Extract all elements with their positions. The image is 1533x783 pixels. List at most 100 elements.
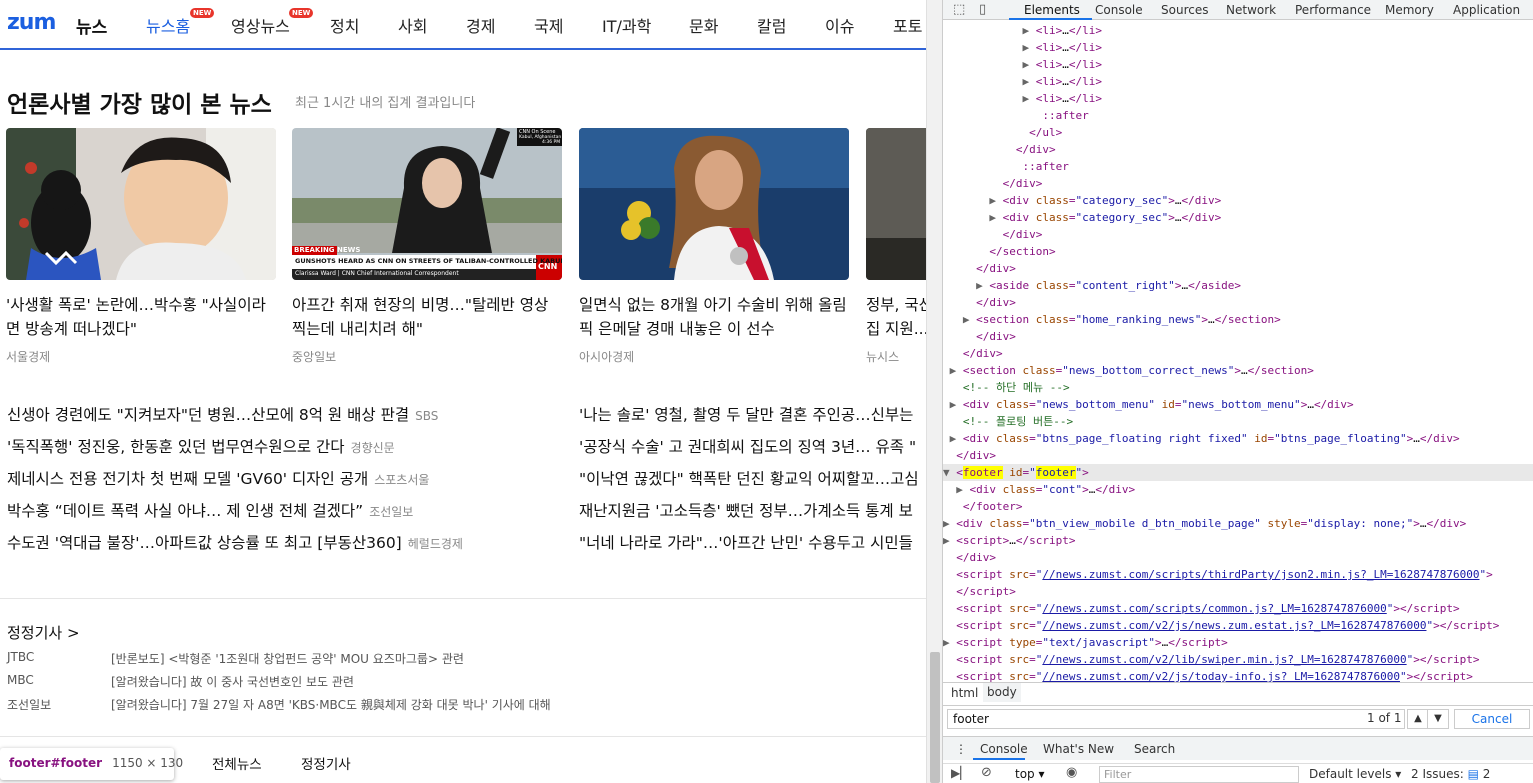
- nav-item-economy[interactable]: 경제: [466, 13, 495, 37]
- dom-node[interactable]: <!-- 플로팅 버튼-->: [943, 413, 1533, 430]
- nav-item-it-science[interactable]: IT/과학: [602, 13, 651, 37]
- news-logo-label[interactable]: 뉴스: [76, 13, 107, 38]
- console-filter-input[interactable]: Filter: [1099, 766, 1299, 783]
- corrections-title-link[interactable]: 정정기사 >: [7, 622, 80, 643]
- device-toggle-icon[interactable]: ▯: [979, 2, 986, 17]
- zum-logo[interactable]: zum: [7, 10, 56, 35]
- all-news-link[interactable]: 전체뉴스: [212, 753, 262, 773]
- dom-node[interactable]: </div>: [943, 260, 1533, 277]
- tab-console[interactable]: Console: [1095, 3, 1143, 17]
- context-select[interactable]: top ▾: [1015, 767, 1045, 781]
- dom-node[interactable]: ::after: [943, 158, 1533, 175]
- news-card[interactable]: BREAKING NEWS GUNSHOTS HEARD AS CNN ON S…: [292, 128, 562, 364]
- tab-sources[interactable]: Sources: [1161, 3, 1208, 17]
- tab-application[interactable]: Application: [1453, 3, 1520, 17]
- dom-node[interactable]: ▶ <aside class="content_right">…</aside>: [943, 277, 1533, 294]
- log-levels-select[interactable]: Default levels ▾: [1309, 767, 1401, 781]
- find-next-button[interactable]: ▼: [1427, 709, 1449, 729]
- cnn-reporter-kabul-photo[interactable]: BREAKING NEWS GUNSHOTS HEARD AS CNN ON S…: [292, 128, 562, 280]
- dom-node[interactable]: ::after: [943, 107, 1533, 124]
- dom-node[interactable]: ▶ <div class="btn_view_mobile d_btn_mobi…: [943, 515, 1533, 532]
- nav-item-photo[interactable]: 포토: [893, 13, 922, 37]
- dom-node[interactable]: ▶ <script>…</script>: [943, 532, 1533, 549]
- headline-link[interactable]: 신생아 경련에도 "지켜보자"던 병원…산모에 8억 원 배상 판결 SBS: [7, 403, 438, 425]
- nav-item-society[interactable]: 사회: [398, 13, 427, 37]
- dom-node[interactable]: ▶ <section class="news_bottom_correct_ne…: [943, 362, 1533, 379]
- dom-node[interactable]: ▶ <li>…</li>: [943, 90, 1533, 107]
- drawer-menu-icon[interactable]: ⋮: [955, 742, 967, 756]
- nav-item-culture[interactable]: 문화: [689, 13, 718, 37]
- drawer-tab-whats-new[interactable]: What's New: [1043, 742, 1114, 756]
- eye-icon[interactable]: ◉: [1066, 765, 1077, 780]
- dom-node[interactable]: </div>: [943, 141, 1533, 158]
- breadcrumb-html[interactable]: html: [951, 686, 978, 700]
- dom-node[interactable]: <script src="//news.zumst.com/v2/js/toda…: [943, 668, 1533, 682]
- card-title[interactable]: '사생활 폭로' 논란에…박수홍 "사실이라면 방송계 떠나겠다": [6, 293, 276, 341]
- headline-link[interactable]: 박수홍 “데이트 폭력 사실 아냐… 제 인생 전체 걸겠다” 조선일보: [7, 499, 413, 521]
- nav-item-politics[interactable]: 정치: [330, 13, 359, 37]
- headline-link[interactable]: "이낙연 끊겠다" 핵폭탄 던진 황교익 어찌할꼬…고심: [579, 467, 919, 489]
- scrollbar-thumb[interactable]: [930, 652, 940, 783]
- dom-node[interactable]: </div>: [943, 549, 1533, 566]
- corrections-link[interactable]: 정정기사: [301, 753, 351, 773]
- news-card[interactable]: '사생활 폭로' 논란에…박수홍 "사실이라면 방송계 떠나겠다" 서울경제: [6, 128, 276, 364]
- news-card[interactable]: 정부, 국산 집 지원... 뉴시스: [866, 128, 926, 368]
- drawer-tab-search[interactable]: Search: [1134, 742, 1175, 756]
- dom-node[interactable]: ▶ <div class="category_sec">…</div>: [943, 209, 1533, 226]
- find-prev-button[interactable]: ▲: [1407, 709, 1429, 729]
- issues-button[interactable]: 2 Issues: ▤ 2: [1411, 767, 1490, 781]
- card-title[interactable]: 정부, 국산 집 지원...: [866, 293, 926, 341]
- dom-node[interactable]: ▶ <li>…</li>: [943, 73, 1533, 90]
- inspect-element-icon[interactable]: ⬚: [953, 2, 965, 17]
- dom-node[interactable]: ▶ <section class="home_ranking_news">…</…: [943, 311, 1533, 328]
- dom-node[interactable]: <script src="//news.zumst.com/v2/lib/swi…: [943, 651, 1533, 668]
- headline-link[interactable]: '공장식 수술' 고 권대희씨 집도의 징역 3년… 유족 ": [579, 435, 916, 457]
- dom-node[interactable]: ▶ <li>…</li>: [943, 22, 1533, 39]
- drawer-tab-console[interactable]: Console: [980, 742, 1028, 756]
- dom-node[interactable]: </div>: [943, 175, 1533, 192]
- nav-item-video[interactable]: 영상뉴스 NEW: [231, 8, 314, 37]
- dom-node[interactable]: <!-- 하단 메뉴 -->: [943, 379, 1533, 396]
- tab-elements[interactable]: Elements: [1024, 3, 1080, 17]
- dom-node[interactable]: ▶ <div class="category_sec">…</div>: [943, 192, 1533, 209]
- dom-node[interactable]: </script>: [943, 583, 1533, 600]
- dom-node[interactable]: ▶ <li>…</li>: [943, 39, 1533, 56]
- nav-item-issue[interactable]: 이슈: [825, 13, 854, 37]
- athlete-silver-medal-photo[interactable]: [579, 128, 849, 280]
- card-title[interactable]: 일면식 없는 8개월 아기 수술비 위해 올림픽 은메달 경매 내놓은 이 선수: [579, 293, 849, 341]
- breadcrumb-body[interactable]: body: [983, 683, 1021, 702]
- headline-link[interactable]: 재난지원금 '고소득층' 뺐던 정부…가계소득 통계 보: [579, 499, 913, 521]
- partial-photo[interactable]: [866, 128, 926, 280]
- tab-performance[interactable]: Performance: [1295, 3, 1371, 17]
- dom-node[interactable]: </div>: [943, 447, 1533, 464]
- dom-node[interactable]: ▶ <div class="news_bottom_menu" id="news…: [943, 396, 1533, 413]
- dom-node[interactable]: </ul>: [943, 124, 1533, 141]
- dom-node[interactable]: </div>: [943, 328, 1533, 345]
- headline-link[interactable]: "너네 나라로 가라"…'아프간 난민' 수용두고 시민들: [579, 531, 913, 553]
- nav-item-world[interactable]: 국제: [534, 13, 563, 37]
- dom-node[interactable]: <script src="//news.zumst.com/v2/js/news…: [943, 617, 1533, 634]
- nav-item-home[interactable]: 뉴스홈 NEW: [146, 8, 215, 37]
- headline-link[interactable]: '독직폭행' 정진웅, 한동훈 있던 법무연수원으로 간다 경향신문: [7, 435, 395, 457]
- dom-node[interactable]: ▶ <div class="btns_page_floating right f…: [943, 430, 1533, 447]
- headline-link[interactable]: 제네시스 전용 전기차 첫 번째 모델 'GV60' 디자인 공개 스포츠서울: [7, 467, 429, 489]
- dom-node[interactable]: </section>: [943, 243, 1533, 260]
- man-with-black-cat-photo[interactable]: [6, 128, 276, 280]
- clear-console-icon[interactable]: ⊘: [981, 765, 992, 780]
- find-input[interactable]: footer: [947, 709, 1405, 729]
- page-scrollbar[interactable]: [926, 0, 942, 783]
- dom-node[interactable]: <script src="//news.zumst.com/scripts/th…: [943, 566, 1533, 583]
- news-card[interactable]: 일면식 없는 8개월 아기 수술비 위해 올림픽 은메달 경매 내놓은 이 선수…: [579, 128, 849, 364]
- headline-link[interactable]: '나는 솔로' 영철, 촬영 두 달만 결혼 주인공…신부는: [579, 403, 913, 425]
- tab-memory[interactable]: Memory: [1385, 3, 1434, 17]
- dom-node[interactable]: </div>: [943, 345, 1533, 362]
- nav-item-column[interactable]: 칼럼: [757, 13, 786, 37]
- dom-tree[interactable]: ▶ <li>…</li> ▶ <li>…</li> ▶ <li>…</li> ▶…: [943, 20, 1533, 682]
- dom-node[interactable]: </div>: [943, 226, 1533, 243]
- dom-node-selected[interactable]: ▼ <footer id="footer">: [943, 464, 1533, 481]
- dom-node[interactable]: ▶ <script type="text/javascript">…</scri…: [943, 634, 1533, 651]
- dom-node[interactable]: ▶ <li>…</li>: [943, 56, 1533, 73]
- dom-node[interactable]: ▶ <div class="cont">…</div>: [943, 481, 1533, 498]
- sidebar-toggle-icon[interactable]: ▶▏: [951, 766, 969, 780]
- dom-node[interactable]: </footer>: [943, 498, 1533, 515]
